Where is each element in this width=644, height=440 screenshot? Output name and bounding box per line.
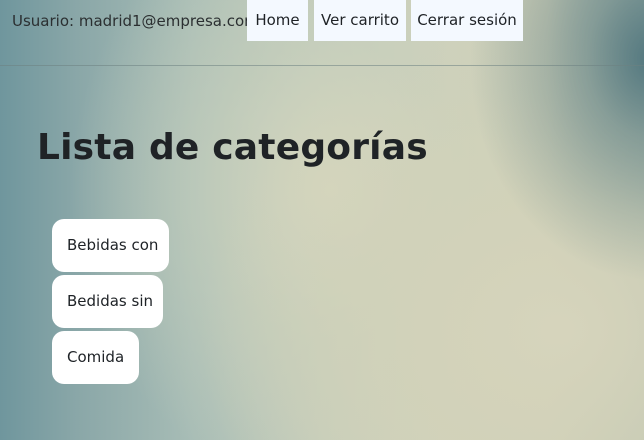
home-button[interactable]: Home — [247, 0, 308, 41]
logout-button[interactable]: Cerrar sesión — [411, 0, 523, 41]
top-bar: Usuario: madrid1@empresa.com Home Ver ca… — [0, 0, 644, 66]
category-list: Bebidas con Bedidas sin Comida — [52, 219, 169, 387]
category-button-bebidas-con[interactable]: Bebidas con — [52, 219, 169, 272]
category-button-comida[interactable]: Comida — [52, 331, 139, 384]
user-label: Usuario: madrid1@empresa.com — [12, 12, 259, 30]
view-cart-button[interactable]: Ver carrito — [314, 0, 406, 41]
category-button-bedidas-sin[interactable]: Bedidas sin — [52, 275, 163, 328]
page-title: Lista de categorías — [37, 127, 428, 168]
